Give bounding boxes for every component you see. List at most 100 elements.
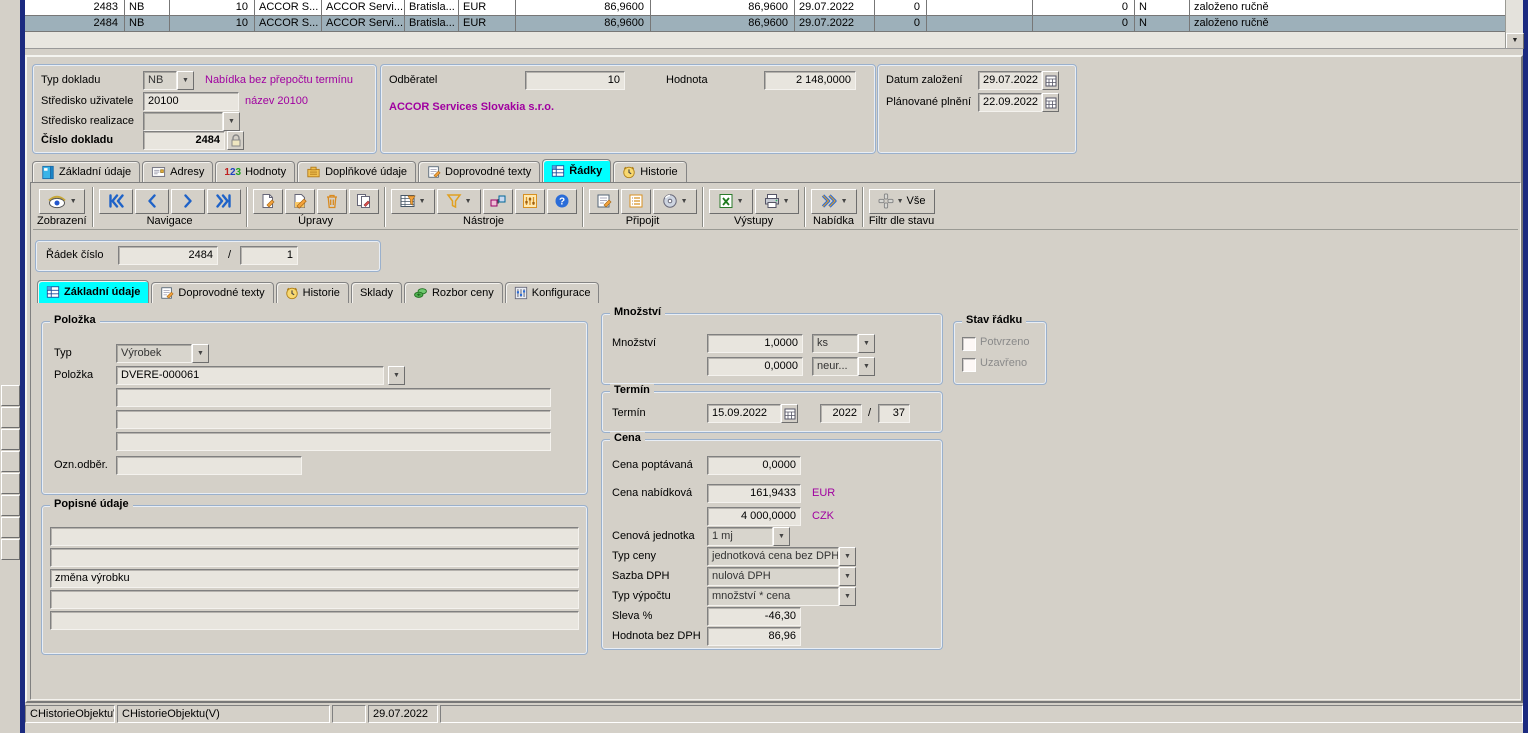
popis-line1[interactable] <box>50 527 579 546</box>
polozka-name-line2[interactable] <box>116 410 551 429</box>
subtab-rozbor-ceny[interactable]: Rozbor ceny <box>404 282 503 303</box>
potvrzeno-checkbox[interactable] <box>962 337 976 351</box>
termin-year-field[interactable]: 2022 <box>820 404 862 423</box>
grid-row[interactable]: 2483 NB 10 ACCOR S... ACCOR Servi... Bra… <box>25 0 1505 16</box>
grid-row-selected[interactable]: 2484 NB 10 ACCOR S... ACCOR Servi... Bra… <box>25 16 1505 32</box>
uzavreno-checkbox[interactable] <box>962 358 976 372</box>
cena-nabidkova-field[interactable]: 161,9433 <box>707 484 801 503</box>
termin-calendar-button[interactable] <box>781 404 798 423</box>
mnozstvi-unit-button[interactable]: ▼ <box>858 334 875 353</box>
status-filter-button[interactable]: ▼ Vše <box>869 189 935 214</box>
polozka-name-line3[interactable] <box>116 432 551 451</box>
previous-record-button[interactable] <box>135 189 169 214</box>
typ-dokladu-dropdown-button[interactable]: ▼ <box>177 71 194 90</box>
stredisko-uzivatele-field[interactable]: 20100 <box>143 92 239 111</box>
sleva-field[interactable]: -46,30 <box>707 607 801 626</box>
dock-segment[interactable] <box>1 495 20 516</box>
sazba-dph-button[interactable]: ▼ <box>839 567 856 586</box>
subtab-sklady[interactable]: Sklady <box>351 282 402 303</box>
polozka-field[interactable]: DVERE-000061 <box>116 366 384 385</box>
view-settings-button[interactable]: ▼ <box>391 189 435 214</box>
planovane-plneni-field[interactable]: 22.09.2022 <box>978 93 1042 112</box>
planovane-plneni-calendar-button[interactable] <box>1042 93 1059 112</box>
first-record-button[interactable] <box>99 189 133 214</box>
filter-button[interactable]: ▼ <box>437 189 481 214</box>
typ-dokladu-field[interactable]: NB <box>143 71 177 90</box>
last-record-button[interactable] <box>207 189 241 214</box>
parameters-button[interactable] <box>515 189 545 214</box>
hodnota-bez-dph-field[interactable]: 86,96 <box>707 627 801 646</box>
tab-historie[interactable]: Historie <box>613 161 686 182</box>
tab-doprovodne-texty[interactable]: Doprovodné texty <box>418 161 540 182</box>
tab-hodnoty[interactable]: 123 Hodnoty <box>215 161 295 182</box>
attach-note-button[interactable] <box>589 189 619 214</box>
subtab-konfigurace[interactable]: Konfigurace <box>505 282 600 303</box>
offer-actions-button[interactable]: ▼ <box>811 189 857 214</box>
cena-nabidkova2-field[interactable]: 4 000,0000 <box>707 507 801 526</box>
typ-combo-button[interactable]: ▼ <box>192 344 209 363</box>
cislo-dokladu-field[interactable]: 2484 <box>143 131 225 150</box>
mnozstvi-unit2-button[interactable]: ▼ <box>858 357 875 376</box>
dock-segment[interactable] <box>1 451 20 472</box>
odberatel-field[interactable]: 10 <box>525 71 625 90</box>
stredisko-realizace-field[interactable] <box>143 112 223 131</box>
mnozstvi-qty-field[interactable]: 1,0000 <box>707 334 803 353</box>
mnozstvi-qty2-field[interactable]: 0,0000 <box>707 357 803 376</box>
export-excel-button[interactable]: ▼ <box>709 189 753 214</box>
termin-week-field[interactable]: 37 <box>878 404 910 423</box>
hodnota-field[interactable]: 2 148,0000 <box>764 71 856 90</box>
attach-list-button[interactable] <box>621 189 651 214</box>
ozn-odber-field[interactable] <box>116 456 302 475</box>
help-button[interactable]: ? <box>547 189 577 214</box>
copy-button[interactable] <box>349 189 379 214</box>
dock-segment[interactable] <box>1 539 20 560</box>
typ-vypoctu-button[interactable]: ▼ <box>839 587 856 606</box>
popis-line2[interactable] <box>50 548 579 567</box>
tab-radky[interactable]: Řádky <box>542 159 611 182</box>
subtab-doprovodne-texty[interactable]: Doprovodné texty <box>151 282 273 303</box>
tab-zakladni-udaje[interactable]: Základní údaje <box>32 161 140 182</box>
delete-button[interactable] <box>317 189 347 214</box>
view-button[interactable]: ▼ <box>39 189 85 214</box>
datum-zalozeni-field[interactable]: 29.07.2022 <box>978 71 1042 90</box>
polozka-name-line1[interactable] <box>116 388 551 407</box>
popis-line5[interactable] <box>50 611 579 630</box>
sazba-dph-combo[interactable]: nulová DPH <box>707 567 839 586</box>
termin-date-field[interactable]: 15.09.2022 <box>707 404 781 423</box>
grid-scrollbar[interactable]: ▼ <box>1505 0 1523 48</box>
print-button[interactable]: ▼ <box>755 189 799 214</box>
cenova-jednotka-combo[interactable]: 1 mj <box>707 527 773 546</box>
attach-media-button[interactable]: ▼ <box>653 189 697 214</box>
cena-poptavana-field[interactable]: 0,0000 <box>707 456 801 475</box>
typ-combo[interactable]: Výrobek <box>116 344 192 363</box>
tab-adresy[interactable]: Adresy <box>142 161 213 182</box>
dock-segment[interactable] <box>1 429 20 450</box>
dock-segment[interactable] <box>1 517 20 538</box>
dock-segment[interactable] <box>1 473 20 494</box>
lock-button[interactable] <box>227 131 244 150</box>
next-record-button[interactable] <box>171 189 205 214</box>
typ-vypoctu-combo[interactable]: množství * cena <box>707 587 839 606</box>
radek-strana-field[interactable]: 1 <box>240 246 298 265</box>
dock-segment[interactable] <box>1 407 20 428</box>
edit-button[interactable] <box>285 189 315 214</box>
typ-ceny-combo[interactable]: jednotková cena bez DPH <box>707 547 839 566</box>
left-dock-strip <box>0 0 21 733</box>
typ-ceny-button[interactable]: ▼ <box>839 547 856 566</box>
datum-zalozeni-calendar-button[interactable] <box>1042 71 1059 90</box>
dock-segment[interactable] <box>1 385 20 406</box>
polozka-lookup-button[interactable]: ▼ <box>388 366 405 385</box>
relations-button[interactable] <box>483 189 513 214</box>
scroll-down-button[interactable]: ▼ <box>1506 33 1524 49</box>
subtab-zakladni-udaje[interactable]: Základní údaje <box>37 280 149 303</box>
cenova-jednotka-button[interactable]: ▼ <box>773 527 790 546</box>
mnozstvi-unit-combo[interactable]: ks <box>812 334 858 353</box>
new-button[interactable] <box>253 189 283 214</box>
popis-line3[interactable]: změna výrobku <box>50 569 579 588</box>
popis-line4[interactable] <box>50 590 579 609</box>
stredisko-realizace-lookup-button[interactable]: ▼ <box>223 112 240 131</box>
mnozstvi-unit2-combo[interactable]: neur... <box>812 357 858 376</box>
tab-doplnkove-udaje[interactable]: Doplňkové údaje <box>297 161 416 182</box>
radek-cislo-field[interactable]: 2484 <box>118 246 218 265</box>
subtab-historie[interactable]: Historie <box>276 282 349 303</box>
